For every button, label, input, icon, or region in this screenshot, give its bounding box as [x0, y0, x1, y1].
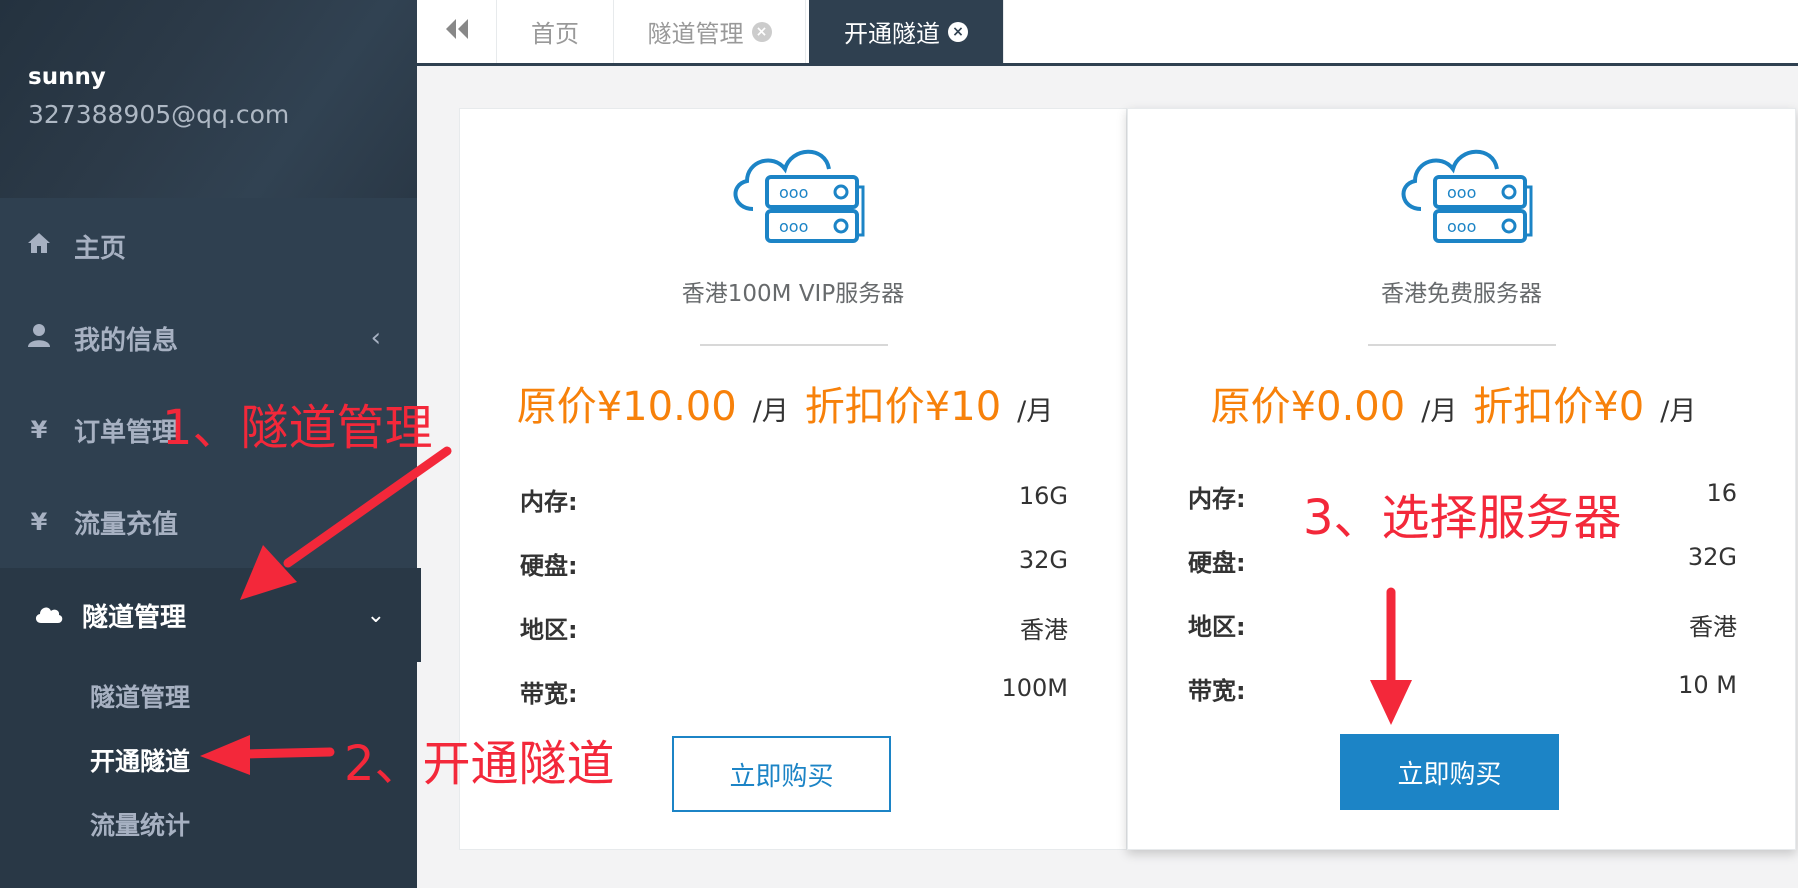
- annotation-step3: 3、选择服务器: [1303, 490, 1622, 546]
- nav-item-home[interactable]: 主页: [0, 200, 417, 292]
- yen-icon: ¥: [30, 416, 48, 444]
- user-email: 327388905@qq.com: [28, 100, 290, 129]
- chevron-down-icon: ⌄: [366, 602, 385, 628]
- plan-name: 香港免费服务器: [1381, 281, 1542, 307]
- nav-item-recharge[interactable]: ¥ 流量充值: [0, 476, 417, 568]
- nav-label: 流量充值: [74, 509, 179, 540]
- buy-now-button[interactable]: 立即购买: [672, 736, 891, 812]
- tab-open-tunnel[interactable]: 开通隧道 ×: [809, 0, 1004, 63]
- subnav-item-open-tunnel[interactable]: 开通隧道: [90, 742, 190, 778]
- buy-now-button[interactable]: 立即购买: [1340, 734, 1559, 810]
- tab-tunnel-manage[interactable]: 隧道管理 ×: [614, 0, 806, 63]
- svg-text:ooo: ooo: [779, 183, 808, 202]
- svg-text:ooo: ooo: [779, 217, 808, 236]
- user-icon: [26, 323, 52, 353]
- double-chevron-left-icon: [445, 18, 469, 46]
- profile-header: sunny 327388905@qq.com: [0, 0, 417, 198]
- cloud-icon: [34, 601, 63, 629]
- spec-row-region: 地区: 香港: [1188, 613, 1737, 641]
- cloud-server-icon: ooo ooo: [1393, 139, 1533, 249]
- subnav-item-traffic-stats[interactable]: 流量统计: [90, 806, 190, 842]
- chevron-left-icon: ‹: [370, 323, 381, 353]
- plan-price: 原价¥0.00/月 折扣价¥0/月: [1128, 374, 1795, 432]
- plan-price: 原价¥10.00/月 折扣价¥10/月: [460, 374, 1126, 432]
- annotation-step1: 1、隧道管理: [162, 400, 433, 456]
- nav-label: 隧道管理: [82, 602, 187, 633]
- price-unit: /月: [1017, 396, 1054, 427]
- price-unit: /月: [1660, 396, 1697, 427]
- annotation-step2: 2、开通隧道: [344, 736, 615, 792]
- close-icon[interactable]: ×: [751, 21, 772, 42]
- original-price: 原价¥10.00: [516, 384, 737, 430]
- nav-label: 主页: [74, 233, 127, 264]
- subnav-item-tunnel-manage[interactable]: 隧道管理: [90, 678, 190, 714]
- original-price: 原价¥0.00: [1210, 384, 1406, 430]
- price-unit: /月: [752, 396, 789, 427]
- yen-icon: ¥: [30, 508, 48, 536]
- discount-price: 折扣价¥10: [804, 384, 1002, 430]
- spec-row-disk: 硬盘: 32G: [520, 546, 1068, 580]
- nav-label: 我的信息: [74, 325, 179, 356]
- plan-name: 香港100M VIP服务器: [681, 281, 905, 307]
- spec-row-memory: 内存: 16G: [520, 482, 1068, 516]
- svg-text:ooo: ooo: [1447, 217, 1476, 236]
- spec-row-region: 地区: 香港: [520, 616, 1068, 644]
- spec-row-disk: 硬盘: 32G: [1188, 543, 1737, 577]
- nav-item-tunnel[interactable]: 隧道管理 ⌄: [0, 568, 421, 662]
- home-icon: [26, 232, 52, 260]
- tab-scroll-left[interactable]: [417, 0, 497, 63]
- svg-text:ooo: ooo: [1447, 183, 1476, 202]
- spec-row-bandwidth: 带宽: 10 M: [1188, 671, 1737, 705]
- spec-row-bandwidth: 带宽: 100M: [520, 674, 1068, 708]
- divider: [1368, 344, 1556, 346]
- tab-home[interactable]: 首页: [497, 0, 614, 63]
- cloud-server-icon: ooo ooo: [725, 139, 865, 249]
- nav-item-profile[interactable]: 我的信息 ‹: [0, 292, 417, 384]
- close-icon[interactable]: ×: [948, 21, 968, 42]
- discount-price: 折扣价¥0: [1473, 384, 1645, 430]
- divider: [700, 344, 888, 346]
- price-unit: /月: [1421, 396, 1458, 427]
- user-name[interactable]: sunny: [28, 64, 106, 90]
- tab-bar: 首页 隧道管理 × 开通隧道 ×: [417, 0, 1798, 66]
